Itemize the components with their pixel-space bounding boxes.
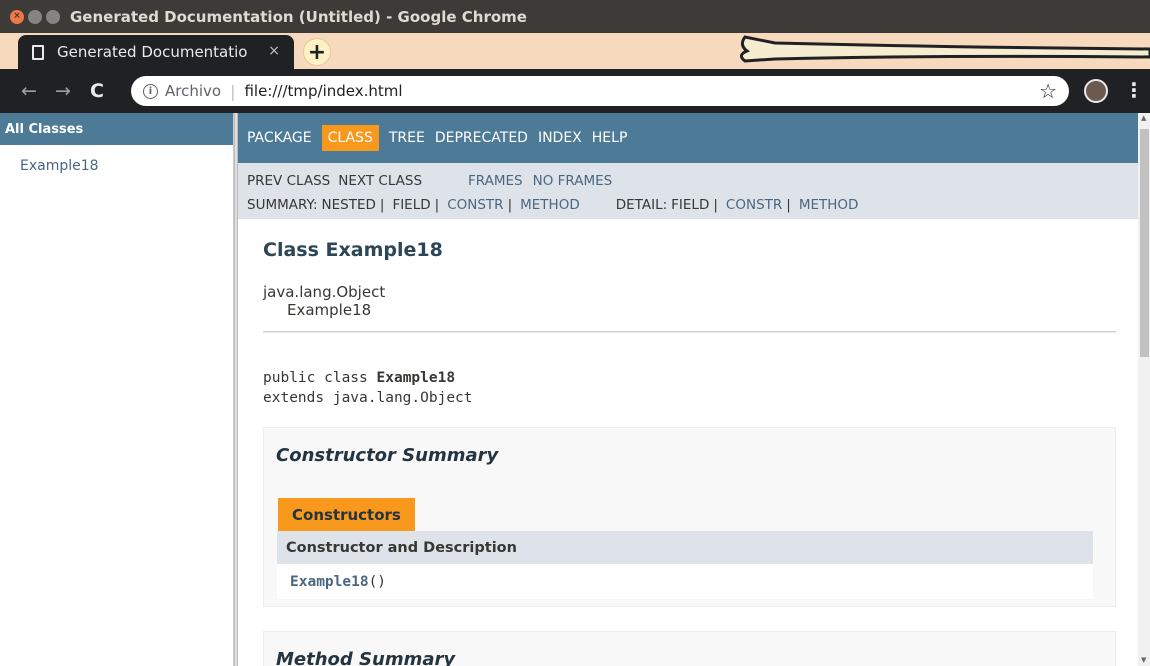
declaration-prefix: public class — [263, 370, 377, 386]
detail-method-link[interactable]: METHOD — [799, 197, 859, 213]
pipe-separator: | — [434, 197, 440, 213]
all-classes-header: All Classes — [0, 113, 233, 145]
active-tab[interactable]: Generated Documentatio × — [18, 35, 294, 69]
tab-title: Generated Documentatio — [57, 43, 248, 61]
summary-constr-link[interactable]: CONSTR — [447, 197, 503, 213]
all-classes-frame: All Classes Example18 — [0, 113, 234, 666]
url-text[interactable]: file:///tmp/index.html — [244, 82, 402, 100]
nav-tree[interactable]: TREE — [389, 124, 425, 152]
detail-field: FIELD — [671, 197, 710, 213]
nav-deprecated[interactable]: DEPRECATED — [435, 124, 528, 152]
nav-package[interactable]: PACKAGE — [247, 124, 312, 152]
no-frames-link[interactable]: NO FRAMES — [533, 173, 613, 189]
nav-help[interactable]: HELP — [592, 124, 628, 152]
tab-close-icon[interactable]: × — [268, 43, 280, 59]
declaration-name: Example18 — [376, 370, 456, 386]
inheritance-leaf: Example18 — [287, 301, 372, 319]
window-close-button[interactable]: × — [10, 9, 24, 24]
window-titlebar: × Generated Documentation (Untitled) - G… — [0, 0, 1150, 33]
tab-strip: Generated Documentatio × + — [0, 33, 1150, 69]
class-content: Class Example18 java.lang.Object Example… — [238, 239, 1138, 666]
class-declaration: public class Example18 extends java.lang… — [263, 368, 1138, 408]
pipe-separator: | — [713, 197, 718, 213]
declaration-extends: extends java.lang.Object — [263, 390, 473, 406]
pipe-separator: | — [379, 197, 385, 213]
info-icon[interactable]: i — [143, 83, 158, 99]
window-controls: × — [10, 9, 60, 24]
prev-class-label: PREV CLASS — [247, 173, 331, 189]
horizontal-rule — [263, 331, 1116, 333]
constructor-summary-section: Constructor Summary Constructors Constru… — [263, 427, 1116, 607]
window-title: Generated Documentation (Untitled) - Goo… — [70, 7, 527, 26]
browser-toolbar: ← → C i Archivo | file:///tmp/index.html… — [0, 69, 1150, 113]
bookmark-star-icon[interactable]: ☆ — [1039, 79, 1057, 103]
reload-button[interactable]: C — [83, 80, 111, 102]
back-button[interactable]: ← — [15, 80, 43, 102]
method-summary-section: Method Summary — [263, 631, 1116, 666]
document-icon — [32, 44, 44, 60]
top-navbar: PACKAGE CLASS TREE DEPRECATED INDEX HELP — [238, 113, 1138, 163]
class-link-example18[interactable]: Example18 — [20, 158, 233, 174]
constructors-caption: Constructors — [278, 498, 415, 531]
page-title: Class Example18 — [263, 239, 443, 261]
summary-method-link[interactable]: METHOD — [520, 197, 580, 213]
pipe-separator: | — [507, 197, 513, 213]
nav-class: CLASS — [321, 125, 379, 151]
address-bar[interactable]: i Archivo | file:///tmp/index.html ☆ — [131, 76, 1069, 106]
nav-index[interactable]: INDEX — [538, 124, 582, 152]
summary-label: SUMMARY: — [247, 197, 318, 213]
scroll-up-icon[interactable]: ▲ — [1141, 114, 1146, 122]
table-row: Example18() — [277, 564, 1093, 599]
constructor-table: Constructor and Description Example18() — [277, 531, 1093, 599]
profile-avatar[interactable] — [1084, 79, 1108, 103]
window-minimize-button[interactable] — [28, 9, 42, 24]
summary-field: FIELD — [392, 197, 431, 213]
constructor-summary-title: Constructor Summary — [276, 445, 499, 466]
new-tab-button[interactable]: + — [303, 38, 331, 66]
constructor-link[interactable]: Example18 — [290, 574, 369, 590]
scheme-separator: | — [230, 81, 236, 101]
next-class-label: NEXT CLASS — [338, 173, 423, 189]
forward-button[interactable]: → — [49, 80, 77, 102]
detail-constr-link[interactable]: CONSTR — [726, 197, 782, 213]
detail-label: DETAIL: — [615, 197, 668, 213]
inheritance-tree: java.lang.Object Example18 — [263, 283, 1138, 319]
scrollbar-thumb[interactable] — [1140, 129, 1149, 357]
frames-link[interactable]: FRAMES — [468, 173, 523, 189]
method-summary-title: Method Summary — [276, 649, 456, 666]
scheme-label: Archivo — [165, 82, 222, 100]
menu-dots-icon[interactable]: ⋮ — [1124, 78, 1144, 102]
scroll-down-icon[interactable]: ▼ — [1141, 656, 1146, 664]
summary-nested: NESTED — [321, 197, 376, 213]
constructor-params: () — [368, 573, 387, 590]
vertical-scrollbar[interactable]: ▲ ▼ — [1138, 113, 1150, 666]
window-maximize-button[interactable] — [46, 9, 60, 24]
inheritance-root: java.lang.Object — [263, 283, 386, 301]
tab-strip-decoration — [740, 35, 1150, 63]
sub-navbar: PREV CLASS NEXT CLASS FRAMES NO FRAMES S… — [238, 163, 1138, 219]
pipe-separator: | — [786, 197, 791, 213]
class-frame: PACKAGE CLASS TREE DEPRECATED INDEX HELP… — [238, 113, 1138, 666]
table-header: Constructor and Description — [277, 531, 1093, 564]
